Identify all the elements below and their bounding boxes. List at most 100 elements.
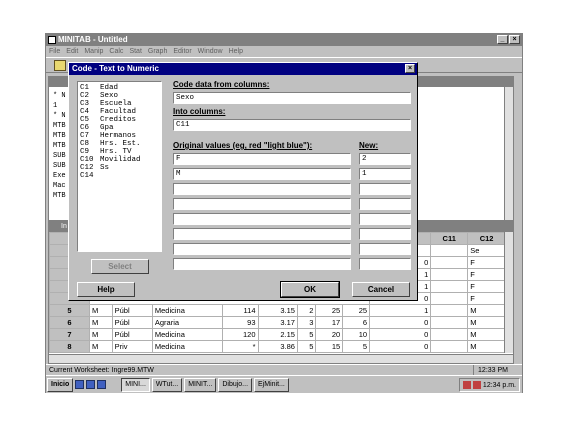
menu-help[interactable]: Help xyxy=(229,46,243,57)
list-item[interactable]: C14 xyxy=(80,172,159,180)
table-cell[interactable]: Medicina xyxy=(151,328,224,341)
table-cell[interactable]: 2.15 xyxy=(257,328,298,341)
new-value-field[interactable]: 2 xyxy=(359,153,411,165)
table-cell[interactable]: 25 xyxy=(342,304,371,317)
code-from-field[interactable]: Sexo xyxy=(173,92,411,104)
table-cell[interactable] xyxy=(430,328,469,341)
table-cell[interactable] xyxy=(430,316,469,329)
column-name-cell[interactable] xyxy=(430,244,469,257)
table-cell[interactable]: 3.15 xyxy=(257,304,298,317)
new-value-field[interactable] xyxy=(359,243,411,255)
table-cell[interactable] xyxy=(430,268,469,281)
table-cell[interactable] xyxy=(430,340,469,353)
menu-graph[interactable]: Graph xyxy=(148,46,167,57)
table-cell[interactable]: M xyxy=(467,340,506,353)
table-cell[interactable]: F xyxy=(467,268,506,281)
table-cell[interactable]: 114 xyxy=(222,304,259,317)
desktop-icon[interactable] xyxy=(86,380,96,389)
original-value-field[interactable] xyxy=(173,228,351,240)
table-cell[interactable]: Medicina xyxy=(151,304,224,317)
list-item[interactable]: C12 Ss xyxy=(80,164,159,172)
row-number[interactable]: 6 xyxy=(49,316,90,329)
task-minit[interactable]: MINIT... xyxy=(184,377,217,392)
original-value-field[interactable] xyxy=(173,198,351,210)
new-value-field[interactable] xyxy=(359,198,411,210)
table-cell[interactable]: Públ xyxy=(111,316,153,329)
ie-icon[interactable] xyxy=(75,380,85,389)
table-cell[interactable]: 93 xyxy=(222,316,259,329)
table-cell[interactable]: 5 xyxy=(342,340,371,353)
task-ejminit[interactable]: EjMinit... xyxy=(254,377,289,392)
original-value-field[interactable] xyxy=(173,243,351,255)
table-cell[interactable]: M xyxy=(467,316,506,329)
table-cell[interactable]: M xyxy=(467,304,506,317)
menu-calc[interactable]: Calc xyxy=(109,46,123,57)
list-item[interactable]: C1 Edad xyxy=(80,84,159,92)
minimize-button[interactable]: _ xyxy=(497,35,508,44)
column-header[interactable]: C11 xyxy=(430,232,469,245)
original-value-field[interactable] xyxy=(173,213,351,225)
task-wtut[interactable]: WTut... xyxy=(151,377,183,392)
table-cell[interactable]: 0 xyxy=(369,328,432,341)
table-cell[interactable]: F xyxy=(467,292,506,305)
list-item[interactable]: C9 Hrs. TV xyxy=(80,148,159,156)
tray-icon[interactable] xyxy=(462,381,471,389)
table-cell[interactable]: 3.86 xyxy=(257,340,298,353)
column-name-cell[interactable]: Se xyxy=(467,244,506,257)
cancel-button[interactable]: Cancel xyxy=(352,282,410,297)
select-button[interactable]: Select xyxy=(91,259,149,274)
table-cell[interactable]: 0 xyxy=(369,340,432,353)
open-folder-icon[interactable] xyxy=(54,60,66,71)
table-cell[interactable]: Públ xyxy=(111,328,153,341)
list-item[interactable]: C6 Gpa xyxy=(80,124,159,132)
list-item[interactable]: C7 Hermanos xyxy=(80,132,159,140)
table-cell[interactable]: 25 xyxy=(315,304,344,317)
menu-manip[interactable]: Manip xyxy=(84,46,103,57)
table-cell[interactable]: Públ xyxy=(111,304,153,317)
table-cell[interactable]: 20 xyxy=(315,328,344,341)
table-cell[interactable]: 2 xyxy=(296,304,317,317)
media-icon[interactable] xyxy=(97,380,107,389)
list-item[interactable]: C3 Escuela xyxy=(80,100,159,108)
column-list[interactable]: C1 Edad C2 Sexo C3 Escuela C4 Facultad C5 Cre… xyxy=(77,81,162,252)
menu-edit[interactable]: Edit xyxy=(66,46,78,57)
table-cell[interactable]: M xyxy=(89,304,113,317)
start-button[interactable]: Inicio xyxy=(47,377,74,392)
list-item[interactable]: C2 Sexo xyxy=(80,92,159,100)
menu-window[interactable]: Window xyxy=(198,46,223,57)
table-cell[interactable]: 17 xyxy=(315,316,344,329)
table-cell[interactable]: * xyxy=(222,340,259,353)
table-cell[interactable]: M xyxy=(467,328,506,341)
table-cell[interactable] xyxy=(430,304,469,317)
session-vertical-scrollbar[interactable] xyxy=(504,87,513,237)
column-header[interactable]: C12 xyxy=(467,232,506,245)
row-number[interactable]: 8 xyxy=(49,340,90,353)
table-cell[interactable] xyxy=(430,256,469,269)
new-value-field[interactable]: 1 xyxy=(359,168,411,180)
table-cell[interactable]: 3.17 xyxy=(257,316,298,329)
original-value-field[interactable] xyxy=(173,183,351,195)
worksheet-horizontal-scrollbar[interactable] xyxy=(49,354,513,363)
table-cell[interactable]: 10 xyxy=(342,328,371,341)
row-number[interactable]: 7 xyxy=(49,328,90,341)
table-cell[interactable]: 1 xyxy=(369,304,432,317)
into-columns-field[interactable]: C11 xyxy=(173,119,411,131)
table-cell[interactable]: Medicina xyxy=(151,340,224,353)
new-value-field[interactable] xyxy=(359,183,411,195)
table-cell[interactable]: Priv xyxy=(111,340,153,353)
list-item[interactable]: C8 Hrs. Est. xyxy=(80,140,159,148)
ok-button[interactable]: OK xyxy=(280,281,340,298)
table-cell[interactable] xyxy=(430,280,469,293)
table-cell[interactable]: F xyxy=(467,280,506,293)
table-cell[interactable]: M xyxy=(89,328,113,341)
table-cell[interactable]: 120 xyxy=(222,328,259,341)
original-value-field[interactable]: F xyxy=(173,153,351,165)
help-button[interactable]: Help xyxy=(77,282,135,297)
table-cell[interactable]: M xyxy=(89,340,113,353)
list-item[interactable]: C4 Facultad xyxy=(80,108,159,116)
new-value-field[interactable] xyxy=(359,258,411,270)
close-button[interactable]: × xyxy=(509,35,520,44)
new-value-field[interactable] xyxy=(359,228,411,240)
original-value-field[interactable] xyxy=(173,258,351,270)
original-value-field[interactable]: M xyxy=(173,168,351,180)
